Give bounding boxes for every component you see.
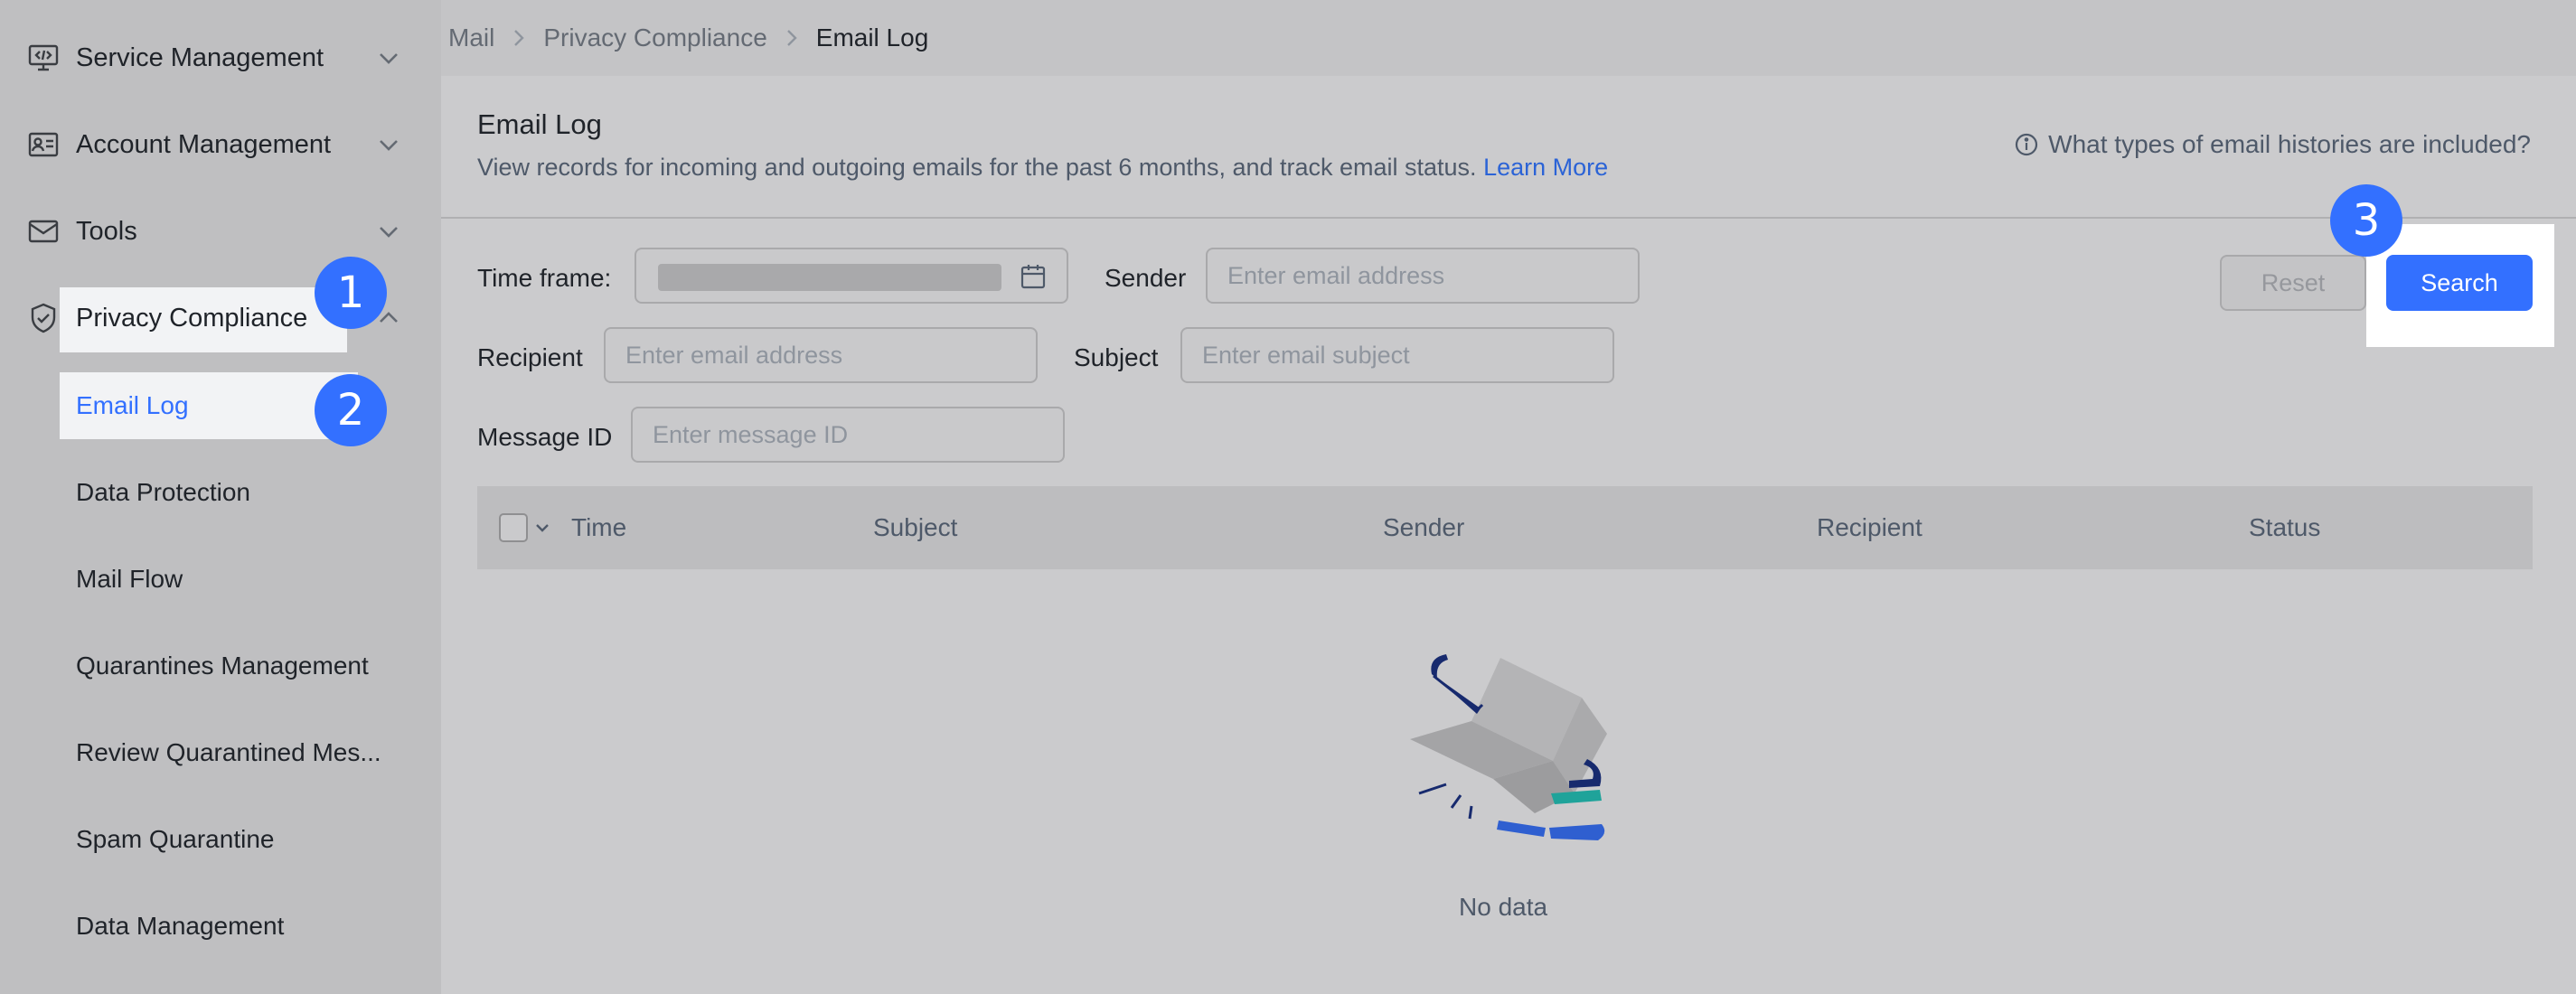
column-recipient: Recipient <box>1817 513 1923 541</box>
nav-item-tools[interactable]: Tools <box>0 202 441 261</box>
step-badge: 2 <box>315 374 387 446</box>
help-link[interactable]: What types of email histories are includ… <box>2014 130 2531 159</box>
chevron-right-icon <box>786 30 797 46</box>
sidebar: Service Management Account Management To… <box>0 0 441 994</box>
learn-more-link[interactable]: Learn More <box>1483 154 1608 181</box>
recipient-input[interactable]: Enter email address <box>604 327 1038 383</box>
page-description: View records for incoming and outgoing e… <box>477 154 1608 182</box>
breadcrumb-privacy-compliance[interactable]: Privacy Compliance <box>543 23 766 52</box>
chevron-right-icon <box>514 30 525 46</box>
subitem-label: Review Quarantined Mes... <box>76 738 381 766</box>
chevron-down-icon[interactable] <box>371 40 407 76</box>
nav-label: Privacy Compliance <box>76 303 308 333</box>
subitem-label: Data Management <box>76 912 285 940</box>
subitem-data-protection[interactable]: Data Protection <box>0 461 441 524</box>
recipient-label: Recipient <box>477 343 583 371</box>
subitem-quarantines-management[interactable]: Quarantines Management <box>0 634 441 698</box>
subitem-spam-quarantine[interactable]: Spam Quarantine <box>0 808 441 871</box>
subitem-data-management[interactable]: Data Management <box>0 895 441 958</box>
mail-icon <box>28 220 59 243</box>
help-text: What types of email histories are includ… <box>2048 130 2531 158</box>
subitem-label: Spam Quarantine <box>76 825 275 853</box>
empty-box-illustration <box>1410 654 1607 840</box>
column-subject: Subject <box>873 513 958 541</box>
chevron-down-icon[interactable] <box>371 127 407 163</box>
calendar-icon <box>1020 265 1046 289</box>
nav-label: Service Management <box>76 42 324 72</box>
sender-input[interactable]: Enter email address <box>1206 248 1640 304</box>
column-sender: Sender <box>1383 513 1465 541</box>
breadcrumb-mail[interactable]: Mail <box>448 23 494 52</box>
date-range-value <box>658 264 1001 291</box>
message-id-input[interactable]: Enter message ID <box>631 407 1065 463</box>
time-frame-picker[interactable] <box>635 248 1068 304</box>
subject-label: Subject <box>1074 343 1159 371</box>
subitem-mail-flow[interactable]: Mail Flow <box>0 548 441 611</box>
monitor-code-icon <box>28 44 59 71</box>
reset-button[interactable]: Reset <box>2220 255 2366 311</box>
chevron-down-icon[interactable] <box>531 517 553 539</box>
divider <box>441 217 2576 219</box>
sender-label: Sender <box>1105 264 1187 292</box>
id-card-icon <box>28 132 59 157</box>
empty-state-text: No data <box>1459 893 1548 921</box>
message-id-label: Message ID <box>477 423 613 451</box>
subject-input[interactable]: Enter email subject <box>1180 327 1614 383</box>
column-status: Status <box>2249 513 2321 541</box>
info-icon <box>2016 133 2038 156</box>
page-title: Email Log <box>477 108 602 140</box>
description-text: View records for incoming and outgoing e… <box>477 154 1477 181</box>
nav-item-account-management[interactable]: Account Management <box>0 115 441 174</box>
nav-label: Account Management <box>76 129 332 159</box>
step-badge: 3 <box>2330 184 2402 257</box>
shield-check-icon <box>31 303 56 333</box>
table-header: Time Subject Sender Recipient Status <box>477 486 2533 569</box>
step-badge: 1 <box>315 257 387 329</box>
select-all-checkbox[interactable] <box>499 513 528 542</box>
search-button[interactable]: Search <box>2386 255 2533 311</box>
subitem-label: Data Protection <box>76 478 250 506</box>
time-frame-label: Time frame: <box>477 264 612 292</box>
breadcrumb-email-log: Email Log <box>815 23 929 52</box>
chevron-down-icon[interactable] <box>371 213 407 249</box>
breadcrumb: Mail Privacy Compliance Email Log <box>448 20 928 56</box>
nav-label: Tools <box>76 216 137 246</box>
nav-item-service-management[interactable]: Service Management <box>0 28 441 88</box>
subitem-label: Email Log <box>76 391 189 419</box>
subitem-review-quarantined[interactable]: Review Quarantined Mes... <box>0 721 441 784</box>
column-time: Time <box>571 513 627 541</box>
subitem-label: Quarantines Management <box>76 652 369 680</box>
subitem-label: Mail Flow <box>76 565 183 593</box>
